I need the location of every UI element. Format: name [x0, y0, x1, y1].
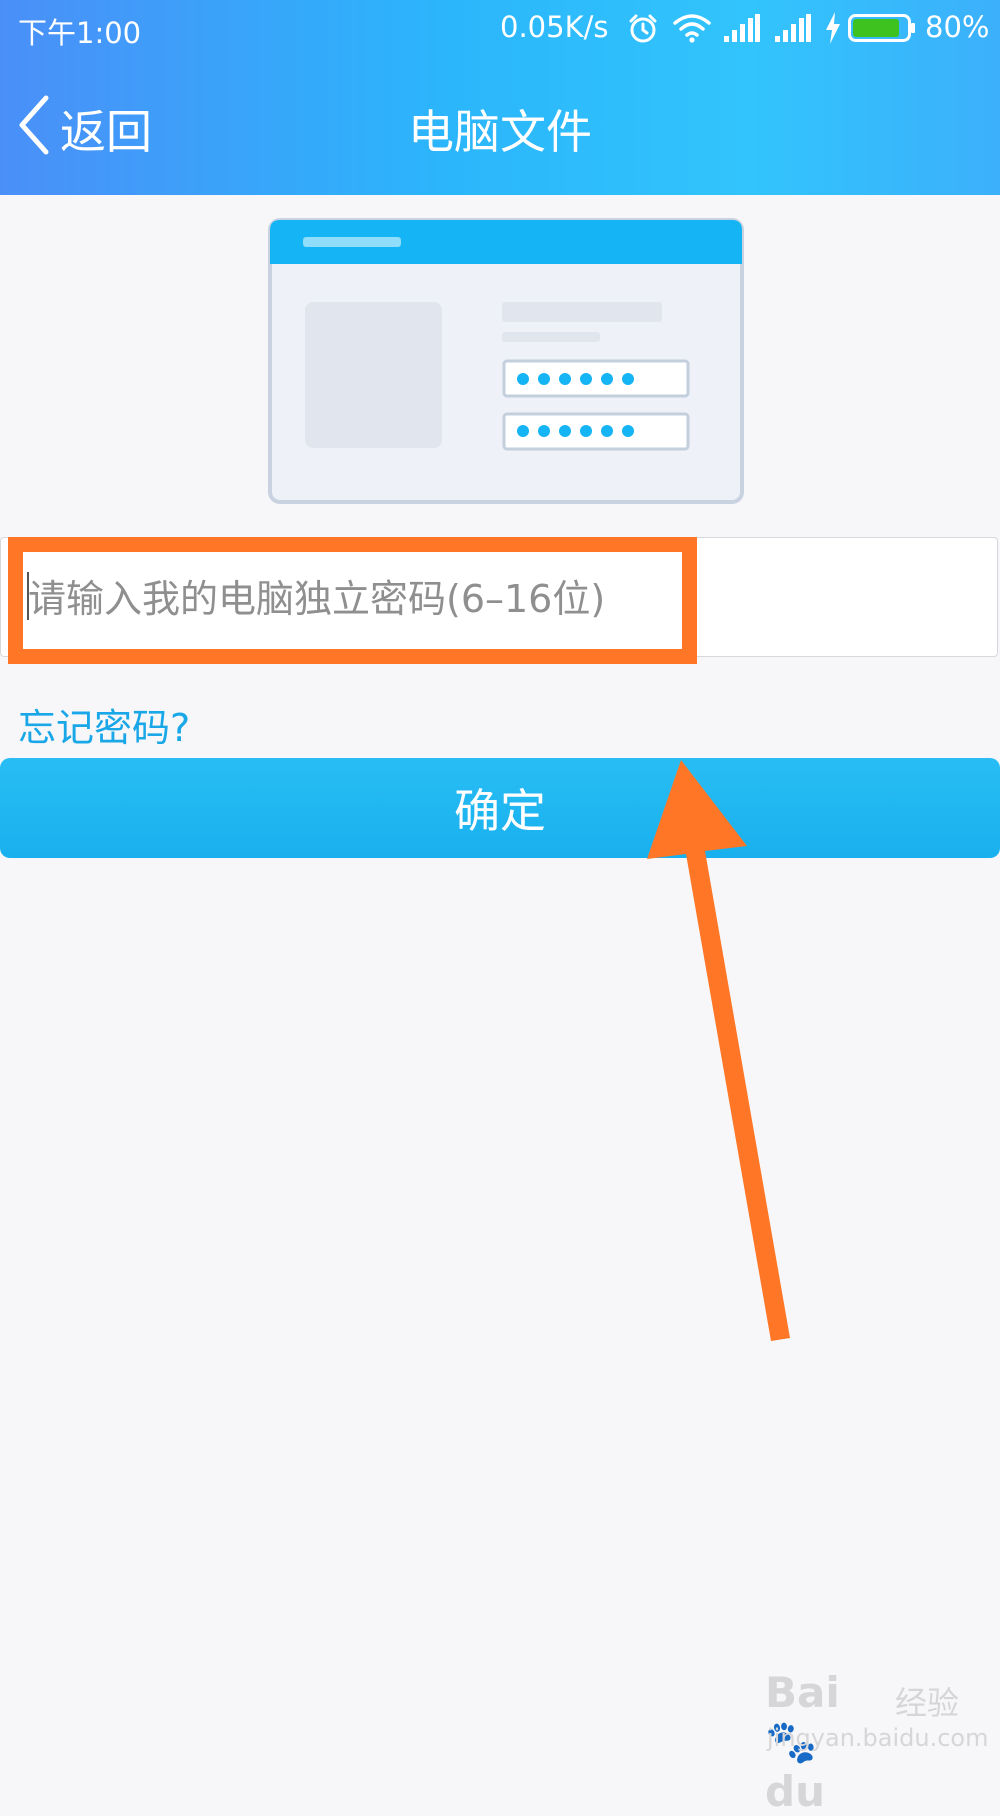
battery-percent: 80%	[925, 10, 990, 44]
wifi-icon	[673, 14, 711, 43]
confirm-button[interactable]: 确定	[0, 758, 1000, 858]
signal-icon	[775, 14, 811, 42]
page-title: 电脑文件	[408, 105, 592, 159]
computer-login-illustration	[268, 218, 744, 504]
forgot-password-link[interactable]: 忘记密码?	[18, 697, 190, 752]
app-header: 下午1:00 0.05K/s 80% 返回 电脑文件	[0, 0, 1000, 195]
status-time: 下午1:00	[18, 16, 142, 50]
network-speed: 0.05K/s	[500, 10, 609, 44]
watermark-url: jingyan.baidu.com	[767, 1724, 989, 1752]
password-input[interactable]	[26, 568, 710, 630]
watermark-text: 经验	[895, 1684, 960, 1722]
alarm-icon	[629, 14, 657, 43]
signal-icon	[724, 14, 760, 42]
status-bar: 下午1:00 0.05K/s 80%	[0, 0, 1000, 58]
password-field-container	[0, 537, 998, 657]
battery-icon	[848, 14, 915, 42]
text-caret	[27, 572, 29, 620]
charging-icon	[826, 12, 840, 44]
